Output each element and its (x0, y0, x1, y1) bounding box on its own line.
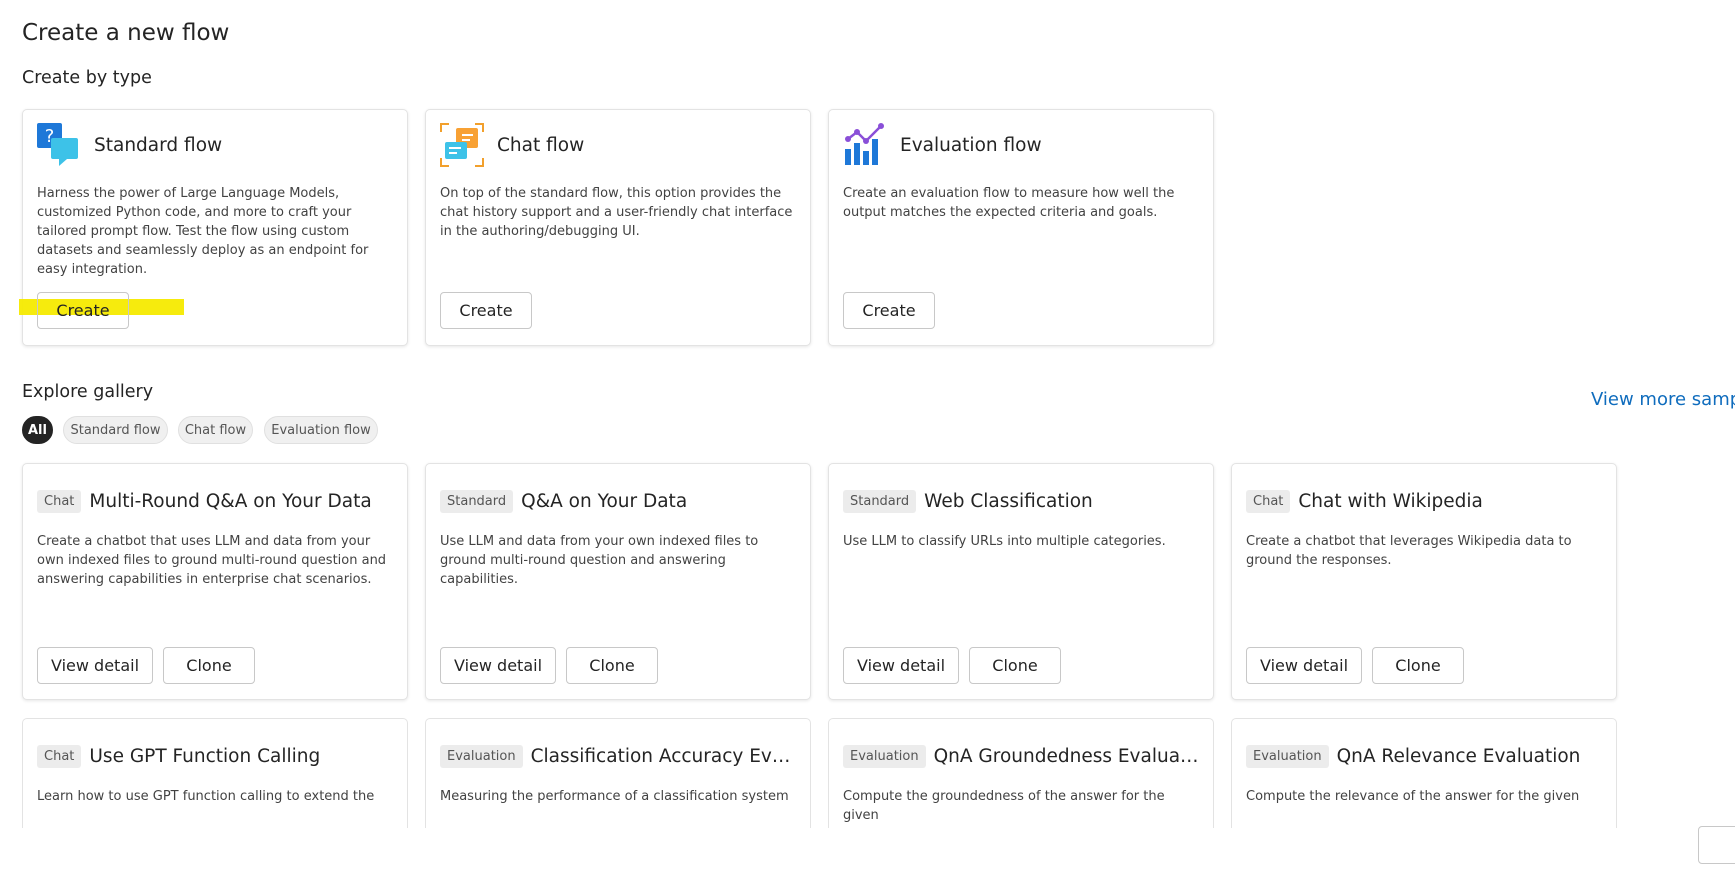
explore-gallery-heading: Explore gallery (22, 382, 154, 402)
chat-flow-icon (440, 123, 484, 167)
type-tag: Chat (37, 489, 82, 513)
evaluation-flow-icon (845, 123, 884, 165)
view-detail-button[interactable]: View detail (37, 647, 153, 684)
card-title: Chat with Wikipedia (1298, 490, 1483, 512)
gallery-card: Evaluation QnA Relevance Evaluation Compu… (1231, 718, 1617, 828)
create-by-type-heading: Create by type (22, 68, 152, 88)
gallery-card: Standard Web Classification Use LLM to cl… (828, 463, 1214, 700)
view-detail-button[interactable]: View detail (440, 647, 556, 684)
card-description: On top of the standard flow, this option… (440, 186, 793, 239)
create-standard-flow-button[interactable]: Create (37, 292, 129, 329)
card-description: Use LLM to classify URLs into multiple c… (843, 534, 1166, 549)
gallery-card: Chat Chat with Wikipedia Create a chatbot… (1231, 463, 1617, 700)
clone-button[interactable]: Clone (969, 647, 1061, 684)
gallery-card: Standard Q&A on Your Data Use LLM and dat… (425, 463, 811, 700)
create-evaluation-flow-button[interactable]: Create (843, 292, 935, 329)
card-title: Evaluation flow (900, 134, 1042, 156)
view-detail-button[interactable]: View detail (1246, 647, 1362, 684)
card-description: Harness the power of Large Language Mode… (37, 186, 369, 277)
clone-button[interactable]: Clone (163, 647, 255, 684)
type-tag: Evaluation (1246, 744, 1329, 768)
evaluation-flow-card: Evaluation flow Create an evaluation flo… (828, 109, 1214, 346)
card-description: Use LLM and data from your own indexed f… (440, 534, 759, 587)
partial-bottom-button[interactable] (1698, 826, 1735, 864)
page-title: Create a new flow (22, 20, 230, 46)
card-title: Use GPT Function Calling (89, 745, 321, 767)
filter-all[interactable]: All (22, 416, 53, 444)
card-title: Standard flow (94, 134, 223, 156)
card-description: Learn how to use GPT function calling to… (37, 789, 375, 804)
card-description: Create a chatbot that leverages Wikipedi… (1246, 534, 1572, 568)
card-description: Create an evaluation flow to measure how… (843, 186, 1175, 220)
view-more-samples-link[interactable]: View more samp (1591, 389, 1735, 410)
type-tag: Standard (440, 489, 514, 513)
chat-flow-card: Chat flow On top of the standard flow, t… (425, 109, 811, 346)
clone-button[interactable]: Clone (566, 647, 658, 684)
gallery-card: Chat Use GPT Function Calling Learn how t… (22, 718, 408, 828)
card-description: Measuring the performance of a classific… (440, 789, 789, 804)
type-tag: Chat (37, 744, 82, 768)
clone-button[interactable]: Clone (1372, 647, 1464, 684)
filter-chat-flow[interactable]: Chat flow (178, 416, 253, 444)
view-detail-button[interactable]: View detail (843, 647, 959, 684)
card-title: Chat flow (497, 134, 585, 156)
card-title: QnA Relevance Evaluation (1336, 745, 1581, 767)
standard-flow-icon: ? (37, 123, 78, 166)
card-title: Multi-Round Q&A on Your Data (89, 490, 372, 512)
filter-standard-flow[interactable]: Standard flow (63, 416, 168, 444)
type-tag: Evaluation (440, 744, 523, 768)
create-chat-flow-button[interactable]: Create (440, 292, 532, 329)
type-tag: Evaluation (843, 744, 926, 768)
card-description: Compute the groundedness of the answer f… (843, 789, 1165, 823)
gallery-card: Evaluation Classification Accuracy Evalu.… (425, 718, 811, 828)
card-title: Web Classification (924, 490, 1093, 512)
card-title: Q&A on Your Data (521, 490, 688, 512)
card-title: QnA Groundedness Evaluation (933, 745, 1203, 767)
type-tag: Chat (1246, 489, 1291, 513)
gallery-card: Chat Multi-Round Q&A on Your Data Create … (22, 463, 408, 700)
type-tag: Standard (843, 489, 917, 513)
card-description: Create a chatbot that uses LLM and data … (37, 534, 387, 587)
card-title: Classification Accuracy Evalu... (530, 745, 800, 767)
filter-evaluation-flow[interactable]: Evaluation flow (264, 416, 378, 444)
card-description: Compute the relevance of the answer for … (1246, 789, 1580, 804)
gallery-card: Evaluation QnA Groundedness Evaluation Co… (828, 718, 1214, 828)
